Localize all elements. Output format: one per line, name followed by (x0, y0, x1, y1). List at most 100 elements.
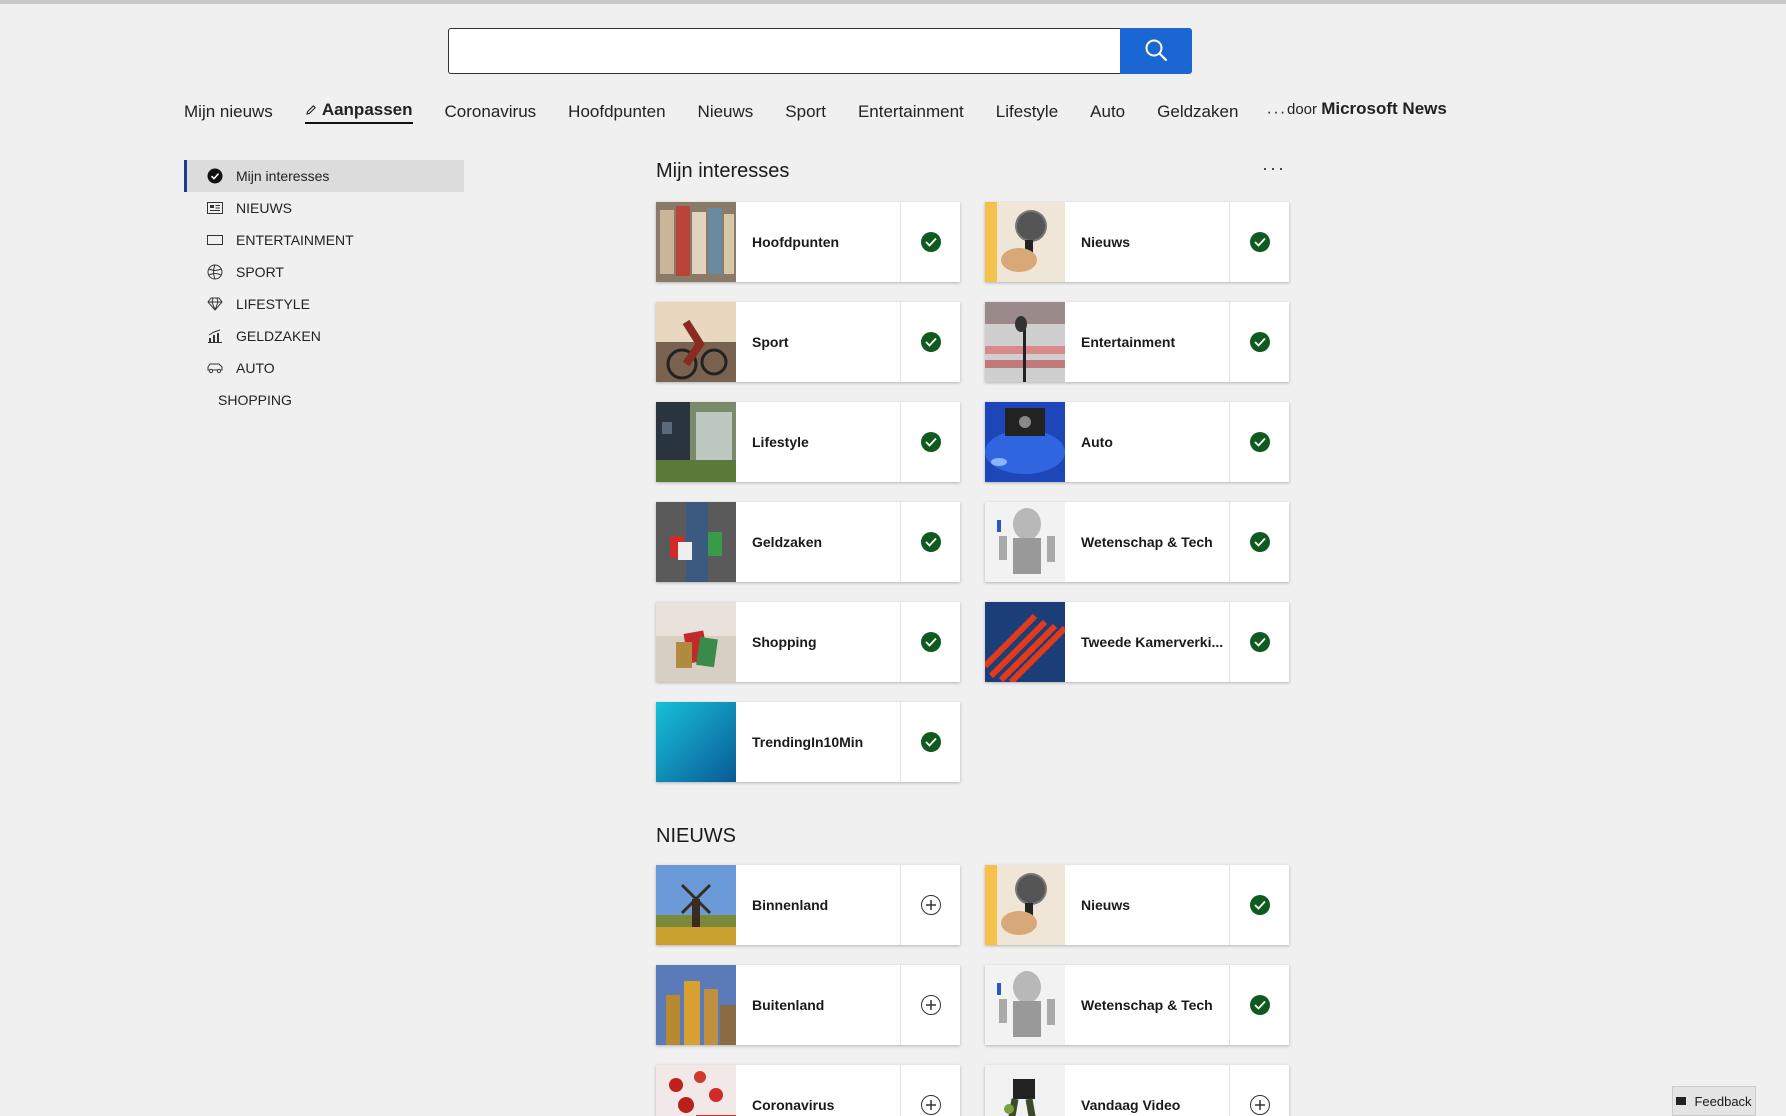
feedback-button[interactable]: Feedback (1672, 1086, 1756, 1116)
unfollow-toggle[interactable] (900, 502, 960, 582)
topic-card-geldzaken[interactable]: Geldzaken (656, 502, 960, 582)
unfollow-toggle[interactable] (1229, 965, 1289, 1045)
topic-card-shopping[interactable]: Shopping (656, 602, 960, 682)
checkmark-icon (920, 532, 941, 552)
unfollow-toggle[interactable] (900, 702, 960, 782)
sidebar-item-sport[interactable]: SPORT (184, 256, 464, 288)
sidebar-item-lifestyle[interactable]: LIFESTYLE (184, 288, 464, 320)
checkmark-icon (920, 232, 941, 252)
topic-thumbnail (985, 1065, 1065, 1116)
topic-thumbnail (985, 502, 1065, 582)
topic-card-vandaag-video[interactable]: Vandaag Video (985, 1065, 1289, 1116)
search-button[interactable] (1120, 28, 1192, 74)
nav-hoofdpunten[interactable]: Hoofdpunten (568, 102, 665, 122)
nav-lifestyle[interactable]: Lifestyle (996, 102, 1058, 122)
unfollow-toggle[interactable] (1229, 502, 1289, 582)
nav-aanpassen[interactable]: Aanpassen (304, 100, 413, 124)
topic-card-sport[interactable]: Sport (656, 302, 960, 382)
topic-label: Wetenschap & Tech (1081, 997, 1213, 1013)
topic-card-nieuws[interactable]: Nieuws (985, 202, 1289, 282)
unfollow-toggle[interactable] (1229, 302, 1289, 382)
topic-card-tweede-kamerverki[interactable]: Tweede Kamerverki... (985, 602, 1289, 682)
topic-card-wetenschap-tech[interactable]: Wetenschap & Tech (985, 965, 1289, 1045)
topic-card-binnenland[interactable]: Binnenland (656, 865, 960, 945)
sidebar-item-label: SPORT (236, 264, 284, 280)
topic-label: TrendingIn10Min (752, 734, 864, 750)
top-border (0, 0, 1786, 4)
unfollow-toggle[interactable] (1229, 402, 1289, 482)
nav-coronavirus[interactable]: Coronavirus (445, 102, 537, 122)
topic-label: Lifestyle (752, 434, 809, 450)
ticket-icon (206, 231, 224, 249)
pencil-icon (306, 105, 316, 115)
sidebar-item-entertainment[interactable]: ENTERTAINMENT (184, 224, 464, 256)
checkmark-icon (1249, 232, 1270, 252)
nav-nieuws[interactable]: Nieuws (698, 102, 754, 122)
section-title-mijn-interesses: Mijn interesses (656, 160, 790, 182)
sidebar-item-geldzaken[interactable]: GELDZAKEN (184, 320, 464, 352)
follow-toggle[interactable] (900, 965, 960, 1045)
topic-label: Binnenland (752, 897, 829, 913)
feedback-icon (1676, 1097, 1687, 1105)
topic-thumbnail (656, 702, 736, 782)
checkmark-icon (1249, 995, 1270, 1015)
sidebar-item-nieuws[interactable]: NIEUWS (184, 192, 464, 224)
nav-mijn-nieuws[interactable]: Mijn nieuws (184, 102, 273, 122)
sidebar-item-label: SHOPPING (218, 392, 292, 408)
checkmark-icon (1249, 532, 1270, 552)
byline-prefix: door (1287, 101, 1318, 118)
unfollow-toggle[interactable] (1229, 602, 1289, 682)
section-more-button[interactable]: ··· (1262, 158, 1286, 179)
checkmark-icon (1249, 895, 1270, 915)
sidebar-item-label: AUTO (236, 360, 275, 376)
unfollow-toggle[interactable] (900, 202, 960, 282)
plus-icon (1249, 1095, 1270, 1115)
chart-icon (206, 327, 224, 345)
byline: door Microsoft News (1287, 99, 1447, 119)
follow-toggle[interactable] (900, 1065, 960, 1116)
nav-geldzaken[interactable]: Geldzaken (1157, 102, 1238, 122)
topic-card-entertainment[interactable]: Entertainment (985, 302, 1289, 382)
sidebar-item-auto[interactable]: AUTO (184, 352, 464, 384)
topic-thumbnail (656, 202, 736, 282)
topic-card-trendingin10min[interactable]: TrendingIn10Min (656, 702, 960, 782)
sidebar-item-label: GELDZAKEN (236, 328, 321, 344)
sidebar-item-mijn-interesses[interactable]: Mijn interesses (184, 160, 464, 192)
topic-card-wetenschap-tech[interactable]: Wetenschap & Tech (985, 502, 1289, 582)
topic-card-hoofdpunten[interactable]: Hoofdpunten (656, 202, 960, 282)
feedback-label: Feedback (1694, 1093, 1752, 1109)
unfollow-toggle[interactable] (1229, 865, 1289, 945)
topic-card-buitenland[interactable]: Buitenland (656, 965, 960, 1045)
search-input[interactable] (448, 28, 1120, 74)
topic-label: Tweede Kamerverki... (1081, 634, 1224, 650)
checkmark-icon (920, 732, 941, 752)
nav-more-button[interactable]: ··· (1266, 102, 1286, 122)
unfollow-toggle[interactable] (900, 402, 960, 482)
topic-label: Vandaag Video (1081, 1097, 1181, 1113)
topic-thumbnail (656, 865, 736, 945)
unfollow-toggle[interactable] (900, 302, 960, 382)
checkmark-icon (920, 632, 941, 652)
nav-auto[interactable]: Auto (1090, 102, 1125, 122)
unfollow-toggle[interactable] (1229, 202, 1289, 282)
unfollow-toggle[interactable] (900, 602, 960, 682)
nav-sport[interactable]: Sport (785, 102, 826, 122)
follow-toggle[interactable] (900, 865, 960, 945)
nav-entertainment[interactable]: Entertainment (858, 102, 964, 122)
byline-brand[interactable]: Microsoft News (1321, 99, 1447, 118)
plus-icon (920, 995, 941, 1015)
topic-card-auto[interactable]: Auto (985, 402, 1289, 482)
top-nav: Mijn nieuws Aanpassen Coronavirus Hoofdp… (184, 98, 1286, 126)
topic-thumbnail (656, 602, 736, 682)
topic-thumbnail (985, 402, 1065, 482)
follow-toggle[interactable] (1229, 1065, 1289, 1116)
topic-label: Entertainment (1081, 334, 1176, 350)
topic-card-coronavirus[interactable]: Coronavirus (656, 1065, 960, 1116)
checkmark-icon (920, 332, 941, 352)
topic-label: Buitenland (752, 997, 825, 1013)
topic-card-lifestyle[interactable]: Lifestyle (656, 402, 960, 482)
topic-card-nieuws[interactable]: Nieuws (985, 865, 1289, 945)
plus-icon (920, 895, 941, 915)
sidebar-item-label: Mijn interesses (236, 168, 330, 184)
sidebar-item-shopping[interactable]: SHOPPING (184, 384, 464, 416)
